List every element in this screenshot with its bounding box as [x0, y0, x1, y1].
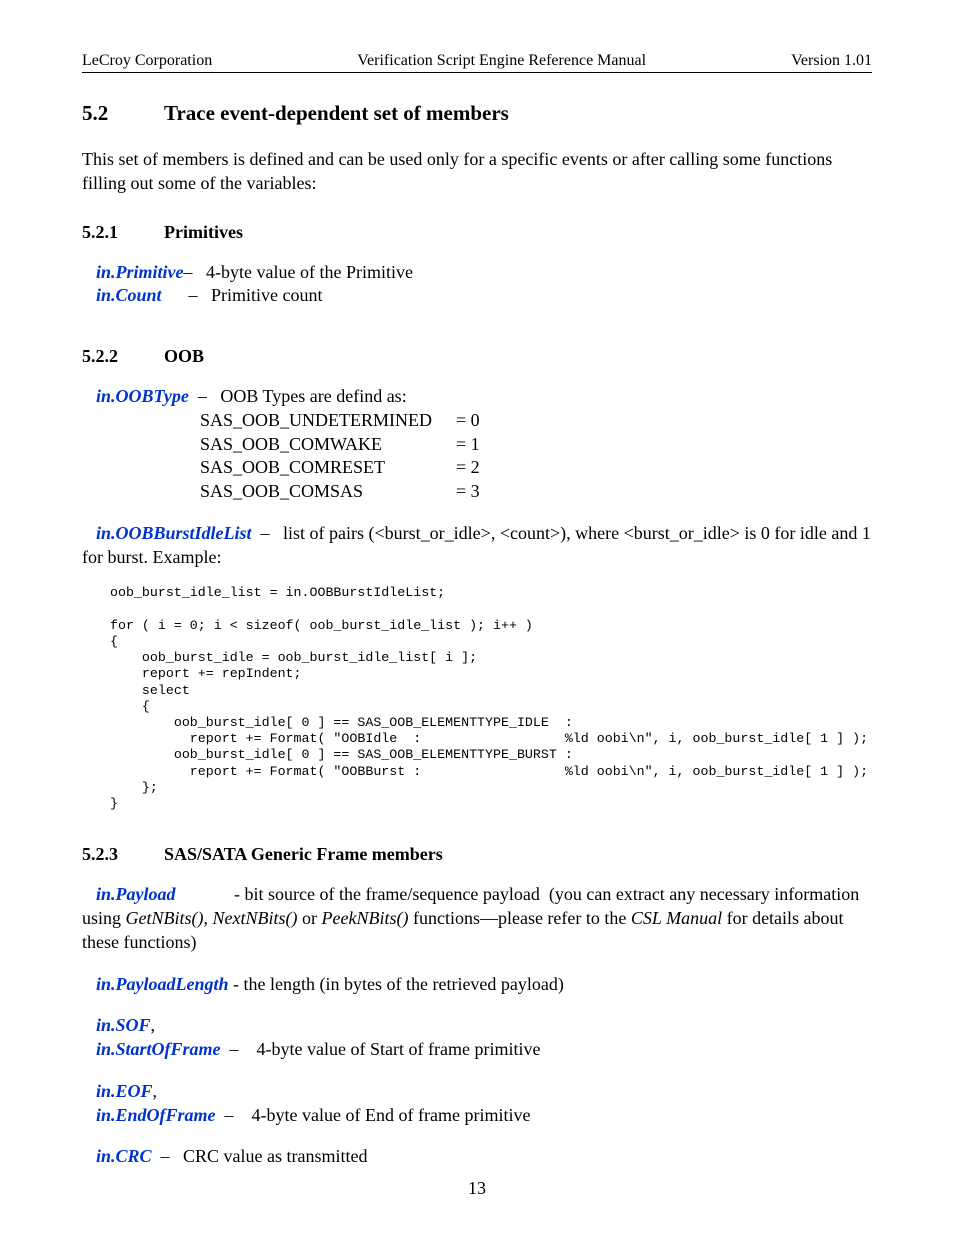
- section-5-2-3-title: SAS/SATA Generic Frame members: [164, 844, 443, 864]
- text: ,: [153, 1081, 158, 1101]
- member-name: in.EndOfFrame: [96, 1105, 216, 1125]
- oob-type-name: SAS_OOB_COMSAS: [200, 480, 456, 504]
- member-name: in.OOBBurstIdleList: [82, 523, 252, 543]
- func-getnbits: GetNBits(): [126, 908, 204, 928]
- section-5-2-3-number: 5.2.3: [82, 844, 164, 865]
- oob-type-name: SAS_OOB_UNDETERMINED: [200, 409, 456, 433]
- member-in-eof: in.EOF,: [82, 1080, 872, 1104]
- table-row: SAS_OOB_COMSAS = 3: [200, 480, 872, 504]
- table-row: SAS_OOB_UNDETERMINED = 0: [200, 409, 872, 433]
- section-5-2-1-title: Primitives: [164, 222, 243, 242]
- member-name: in.Count: [96, 285, 162, 305]
- section-5-2-1-number: 5.2.1: [82, 222, 164, 243]
- member-in-startofframe: in.StartOfFrame – 4-byte value of Start …: [82, 1038, 872, 1062]
- section-5-2-title: Trace event-dependent set of members: [164, 101, 509, 125]
- member-name: in.Primitive: [96, 262, 184, 282]
- ref-csl-manual: CSL Manual: [631, 908, 722, 928]
- member-desc: – Primitive count: [162, 285, 323, 305]
- oob-type-value: = 1: [456, 433, 480, 457]
- header-left: LeCroy Corporation: [82, 52, 212, 70]
- member-name: in.StartOfFrame: [96, 1039, 221, 1059]
- member-in-oobtype: in.OOBType – OOB Types are defind as:: [82, 385, 872, 409]
- member-name: in.EOF: [96, 1081, 153, 1101]
- oob-type-name: SAS_OOB_COMRESET: [200, 456, 456, 480]
- member-in-crc: in.CRC – CRC value as transmitted: [82, 1145, 872, 1169]
- header-right: Version 1.01: [791, 52, 872, 70]
- func-nextnbits: NextNBits(): [213, 908, 298, 928]
- oob-type-name: SAS_OOB_COMWAKE: [200, 433, 456, 457]
- member-in-payload: in.Payload - bit source of the frame/seq…: [82, 883, 872, 954]
- member-in-primitive: in.Primitive– 4-byte value of the Primit…: [82, 261, 872, 285]
- section-5-2-number: 5.2: [82, 101, 164, 126]
- member-desc: – 4-byte value of the Primitive: [184, 262, 413, 282]
- member-in-count: in.Count – Primitive count: [82, 284, 872, 308]
- oob-type-value: = 0: [456, 409, 480, 433]
- section-5-2-2-title: OOB: [164, 346, 204, 366]
- section-5-2-2-heading: 5.2.2OOB: [82, 346, 872, 367]
- member-in-oobburstidlelist: in.OOBBurstIdleList – list of pairs (<bu…: [82, 522, 872, 570]
- page-number: 13: [0, 1178, 954, 1199]
- table-row: SAS_OOB_COMRESET = 2: [200, 456, 872, 480]
- member-desc: – 4-byte value of Start of frame primiti…: [221, 1039, 541, 1059]
- text: or: [298, 908, 322, 928]
- member-desc: - the length (in bytes of the retrieved …: [229, 974, 564, 994]
- text: functions—please refer to the: [408, 908, 630, 928]
- section-5-2-2-number: 5.2.2: [82, 346, 164, 367]
- member-name: in.CRC: [96, 1146, 152, 1166]
- section-5-2-intro: This set of members is defined and can b…: [82, 148, 872, 196]
- header-center: Verification Script Engine Reference Man…: [357, 52, 646, 70]
- member-desc: – 4-byte value of End of frame primitive: [216, 1105, 531, 1125]
- member-in-payloadlength: in.PayloadLength - the length (in bytes …: [82, 973, 872, 997]
- member-name: in.OOBType: [96, 386, 189, 406]
- oob-type-value: = 2: [456, 456, 480, 480]
- member-name: in.Payload: [82, 884, 176, 904]
- member-in-sof: in.SOF,: [82, 1014, 872, 1038]
- section-5-2-3-heading: 5.2.3SAS/SATA Generic Frame members: [82, 844, 872, 865]
- member-desc: – OOB Types are defind as:: [189, 386, 407, 406]
- member-name: in.SOF: [96, 1015, 151, 1035]
- page: LeCroy Corporation Verification Script E…: [0, 0, 954, 1235]
- member-in-endofframe: in.EndOfFrame – 4-byte value of End of f…: [82, 1104, 872, 1128]
- section-5-2-1-heading: 5.2.1Primitives: [82, 222, 872, 243]
- text: ,: [204, 908, 213, 928]
- section-5-2-heading: 5.2Trace event-dependent set of members: [82, 101, 872, 126]
- member-desc: – CRC value as transmitted: [152, 1146, 368, 1166]
- table-row: SAS_OOB_COMWAKE = 1: [200, 433, 872, 457]
- code-block-oob-example: oob_burst_idle_list = in.OOBBurstIdleLis…: [110, 585, 872, 812]
- page-header: LeCroy Corporation Verification Script E…: [82, 52, 872, 73]
- oob-type-value: = 3: [456, 480, 480, 504]
- func-peeknbits: PeekNBits(): [322, 908, 409, 928]
- oob-types-table: SAS_OOB_UNDETERMINED = 0 SAS_OOB_COMWAKE…: [200, 409, 872, 504]
- member-name: in.PayloadLength: [96, 974, 229, 994]
- text: ,: [151, 1015, 156, 1035]
